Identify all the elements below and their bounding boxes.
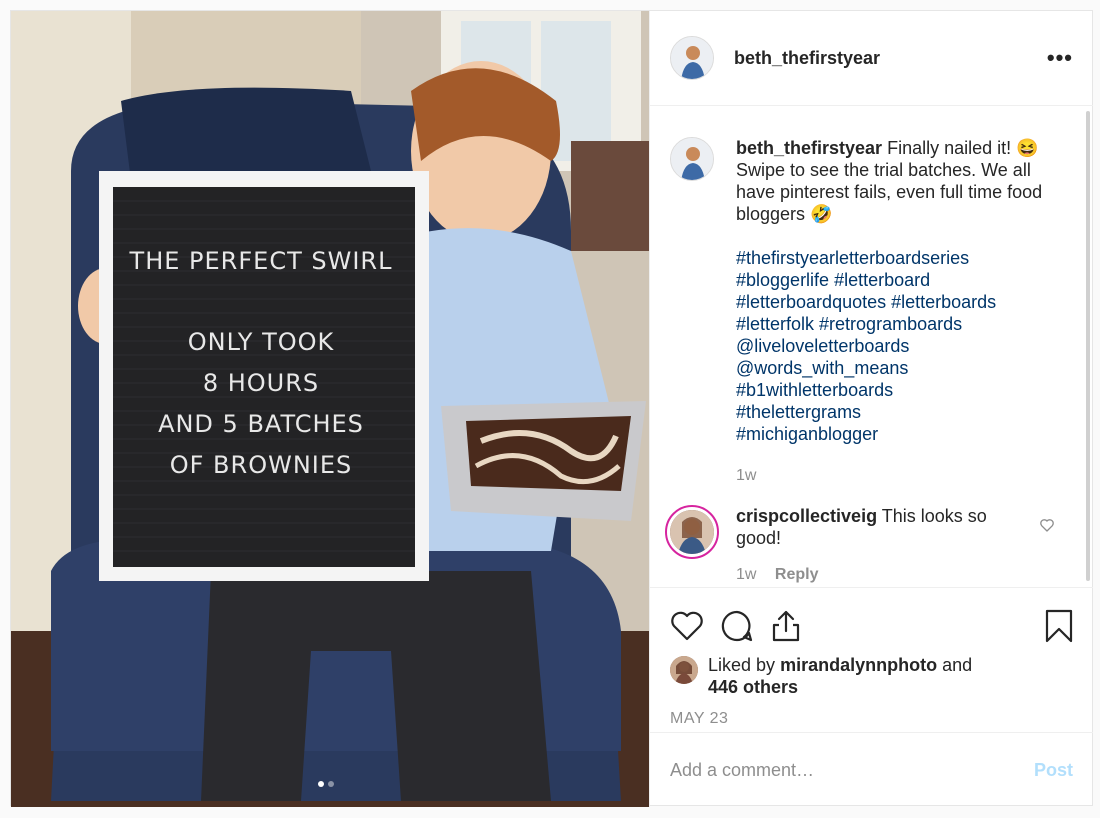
hashtag-link[interactable]: #bloggerlife #letterboard [736, 269, 1056, 291]
reply-button[interactable]: Reply [775, 566, 819, 583]
comment-body: crispcollectiveig This looks so good! 1w… [736, 505, 996, 586]
caption-body: beth_thefirstyear Finally nailed it! 😆 S… [736, 137, 1056, 487]
post-actions: Liked by mirandalynnphoto and 446 others… [650, 587, 1093, 728]
action-icons [670, 608, 1073, 644]
likes-summary: Liked by mirandalynnphoto and 446 others [670, 654, 1073, 698]
post-sidebar: beth_thefirstyear ••• beth_thefirstyear … [649, 11, 1093, 807]
mention-link[interactable]: @liveloveletterboards [736, 335, 1056, 357]
commenter-avatar[interactable] [665, 505, 719, 559]
share-icon[interactable] [770, 609, 802, 643]
comment-meta: 1w Reply [736, 564, 996, 586]
post-photo[interactable]: THE PERFECT SWIRL ONLY TOOK 8 HOURS AND … [11, 11, 649, 807]
post-comment-button[interactable]: Post [1034, 760, 1073, 781]
liked-by-label: Liked by [708, 655, 776, 675]
caption-avatar[interactable] [670, 137, 714, 181]
mention-link[interactable]: @words_with_means [736, 357, 1056, 379]
heart-icon[interactable] [670, 610, 704, 642]
post-header: beth_thefirstyear ••• [650, 11, 1093, 106]
comment-like-heart-icon[interactable] [1039, 517, 1055, 533]
liker-avatar-image [670, 656, 698, 684]
caption-tags: #thefirstyearletterboardseries #bloggerl… [736, 247, 1056, 445]
comment-username[interactable]: crispcollectiveig [736, 506, 877, 526]
add-comment-bar: Post [650, 732, 1093, 807]
commenter-avatar-image [670, 510, 714, 554]
more-horizontal-icon[interactable]: ••• [1047, 45, 1073, 71]
comments-section[interactable]: beth_thefirstyear Finally nailed it! 😆 S… [650, 107, 1093, 586]
board-line: ONLY TOOK [187, 328, 335, 356]
liker-avatar[interactable] [670, 656, 698, 684]
author-avatar[interactable] [670, 36, 714, 80]
post-date[interactable]: MAY 23 [670, 710, 1073, 728]
carousel-dots [318, 781, 334, 787]
caption: beth_thefirstyear Finally nailed it! 😆 S… [670, 137, 1073, 487]
carousel-dot-active[interactable] [318, 781, 324, 787]
hashtag-link[interactable]: #letterboardquotes #letterboards [736, 291, 1056, 313]
board-line: THE PERFECT SWIRL [129, 247, 393, 275]
caption-username[interactable]: beth_thefirstyear [736, 138, 882, 158]
likes-and: and [942, 655, 973, 675]
carousel-dot[interactable] [328, 781, 334, 787]
letterboard-text: THE PERFECT SWIRL ONLY TOOK 8 HOURS AND … [121, 241, 401, 486]
board-line: AND 5 BATCHES [158, 410, 364, 438]
hashtag-link[interactable]: #b1withletterboards [736, 379, 1056, 401]
author-username[interactable]: beth_thefirstyear [734, 48, 880, 69]
comments-scrollbar[interactable] [1086, 111, 1090, 581]
instagram-post: THE PERFECT SWIRL ONLY TOOK 8 HOURS AND … [10, 10, 1093, 807]
author-avatar-image [671, 37, 713, 79]
caption-timestamp[interactable]: 1w [736, 465, 1056, 487]
caption-avatar-image [671, 138, 713, 180]
liker-username[interactable]: mirandalynnphoto [780, 655, 937, 675]
hashtag-link[interactable]: #thelettergrams [736, 401, 1056, 423]
hashtag-link[interactable]: #thefirstyearletterboardseries [736, 247, 1056, 269]
hashtag-link[interactable]: #letterfolk #retrogramboards [736, 313, 1056, 335]
comment-icon[interactable] [720, 609, 754, 643]
add-comment-input[interactable] [670, 759, 1034, 781]
comment-timestamp[interactable]: 1w [736, 566, 756, 583]
board-line: OF BROWNIES [169, 451, 353, 479]
likes-text: Liked by mirandalynnphoto and 446 others [708, 654, 972, 698]
likes-others-link[interactable]: 446 others [708, 677, 798, 697]
bookmark-icon[interactable] [1045, 609, 1073, 643]
comment-item: crispcollectiveig This looks so good! 1w… [665, 505, 1073, 586]
board-line: 8 HOURS [202, 369, 320, 397]
hashtag-link[interactable]: #michiganblogger [736, 423, 1056, 445]
